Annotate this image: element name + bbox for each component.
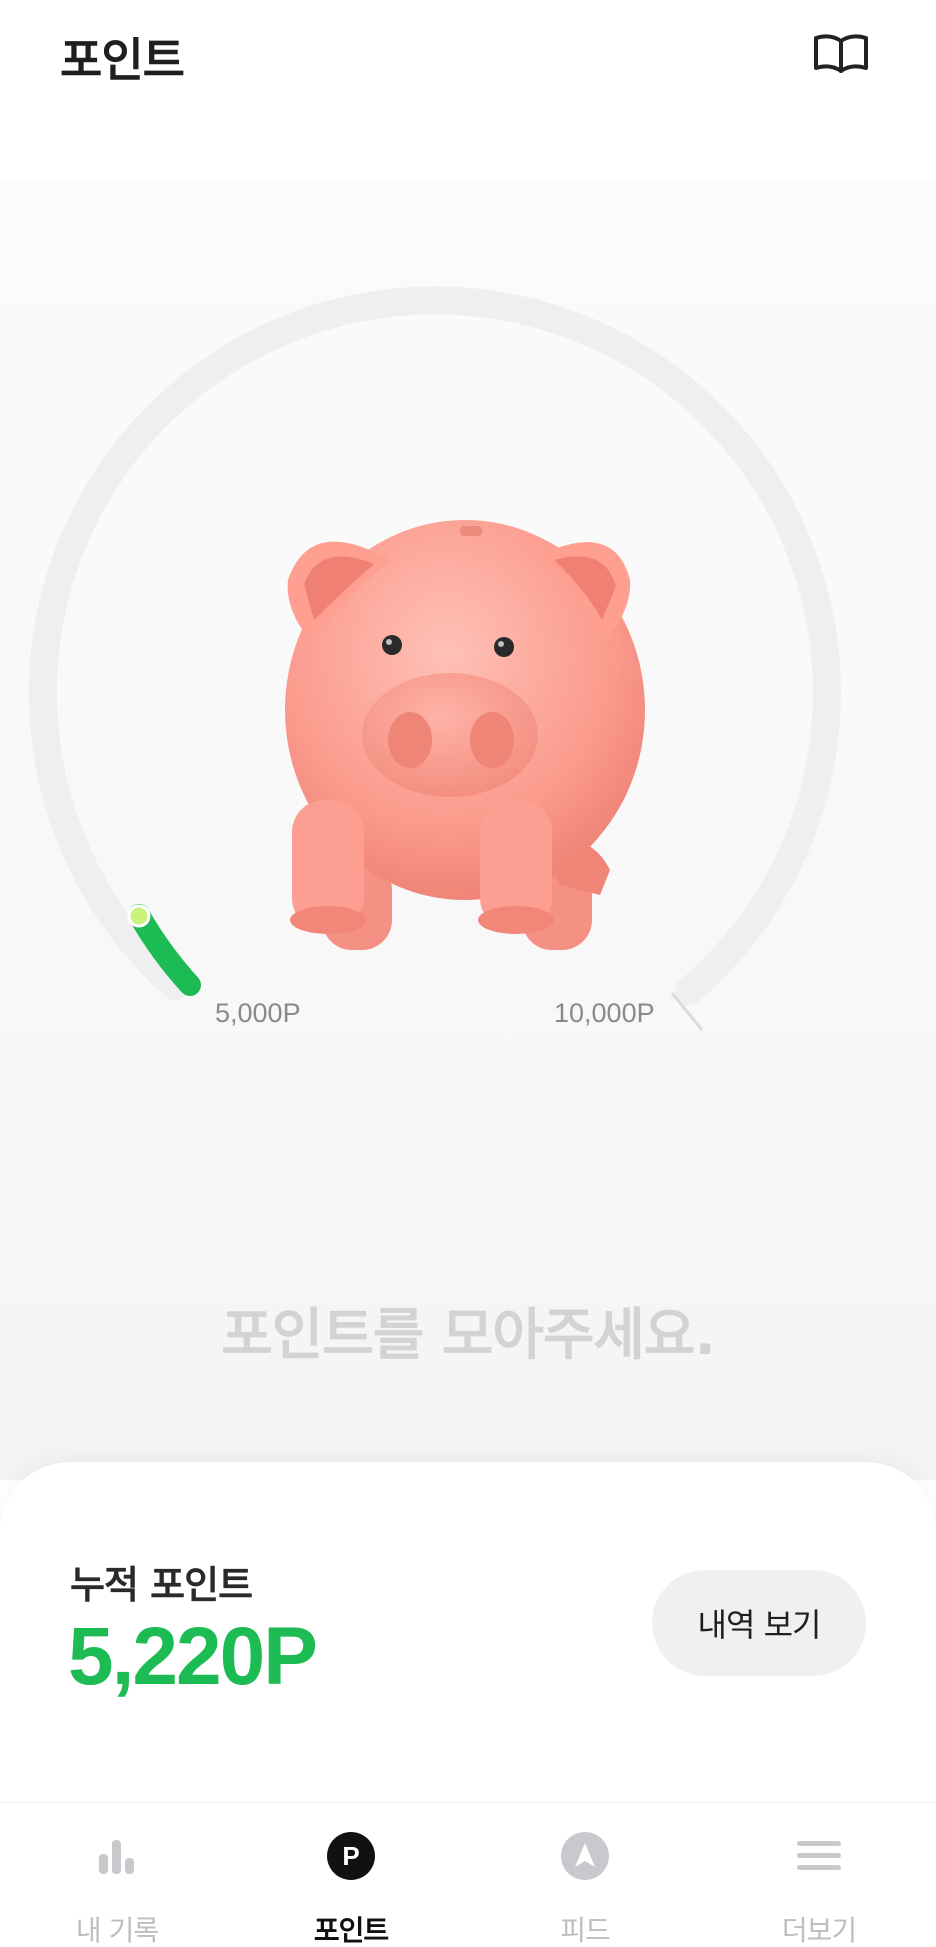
tab-label: 더보기: [781, 1914, 857, 1947]
accumulated-points-label: 누적 포인트: [70, 1563, 253, 1607]
bar-chart-icon: [90, 1829, 144, 1883]
menu-icon: [792, 1829, 846, 1883]
tab-label: 피드: [560, 1914, 611, 1947]
tab-more[interactable]: 더보기: [702, 1803, 936, 1947]
guide-button[interactable]: [808, 26, 874, 82]
header: 포인트: [0, 0, 936, 180]
bottom-tab-bar: 내 기록 P 포인트 피드 더보기: [0, 1802, 936, 1947]
points-hero: 5,000P 10,000P 포인트를 모아주세요.: [0, 180, 936, 1480]
tab-feed[interactable]: 피드: [468, 1803, 702, 1947]
gauge-end-label: 10,000P: [554, 998, 655, 1028]
tab-my-records[interactable]: 내 기록: [0, 1803, 234, 1947]
gauge-start-label: 5,000P: [215, 998, 301, 1028]
tab-label: 포인트: [313, 1914, 389, 1947]
svg-text:P: P: [342, 1841, 359, 1871]
view-history-button[interactable]: 내역 보기: [652, 1570, 866, 1676]
tab-points[interactable]: P 포인트: [234, 1803, 468, 1947]
points-summary-card: 누적 포인트 5,220P 내역 보기: [0, 1462, 936, 1802]
point-p-icon: P: [324, 1829, 378, 1883]
gauge-progress-knob: [127, 904, 151, 928]
empty-message: 포인트를 모아주세요.: [221, 1303, 715, 1368]
tab-label: 내 기록: [75, 1914, 159, 1947]
accumulated-points-value: 5,220P: [68, 1611, 318, 1702]
page-title: 포인트: [60, 33, 185, 87]
open-book-icon: [814, 34, 868, 73]
navigation-arrow-icon: [558, 1829, 612, 1883]
